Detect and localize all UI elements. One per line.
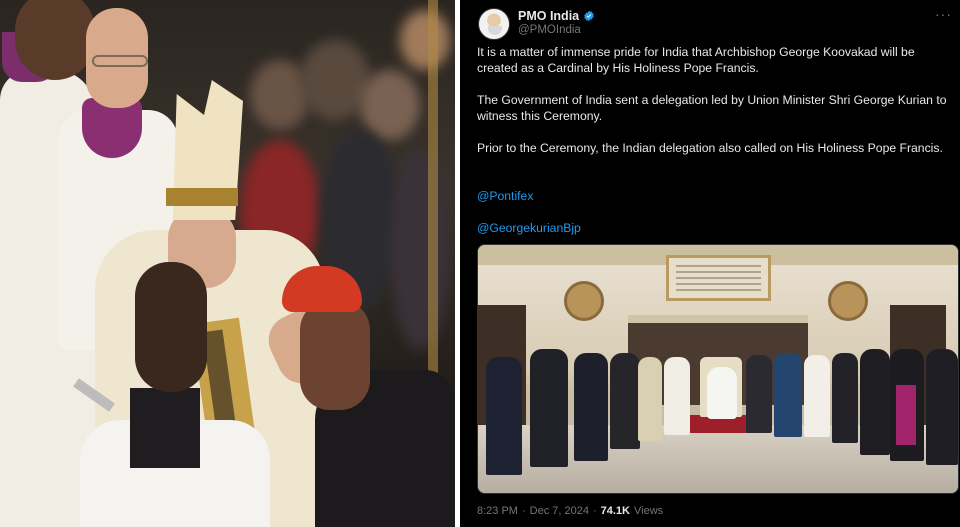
tweet-attached-photo[interactable] <box>477 244 959 494</box>
inscription-lines <box>676 265 761 291</box>
pope-figure <box>707 367 737 419</box>
medallion <box>828 281 868 321</box>
delegate-figure <box>804 355 830 437</box>
delegate-figure <box>926 349 958 465</box>
server-head <box>135 262 207 392</box>
crowd-figure <box>390 150 450 350</box>
delegate-figure <box>746 355 772 433</box>
cleric-head <box>15 0 95 80</box>
author-display-name[interactable]: PMO India <box>518 9 579 23</box>
ceremony-photo <box>0 0 455 527</box>
tweet-paragraph: The Government of India sent a delegatio… <box>477 93 947 123</box>
archbishop-head <box>300 300 370 410</box>
mention-link[interactable]: @GeorgekurianBjp <box>477 221 581 235</box>
delegate-figure <box>832 353 858 443</box>
candle-pole <box>428 0 438 400</box>
footer-separator: · <box>521 505 526 517</box>
magenta-sash <box>896 385 916 445</box>
author-handle[interactable]: @PMOIndia <box>518 24 581 36</box>
delegate-figure <box>638 357 662 441</box>
crowd-figure <box>360 70 420 140</box>
delegate-figure <box>530 349 568 467</box>
server-cassock-front <box>130 388 200 468</box>
medallion <box>564 281 604 321</box>
crowd-figure <box>400 10 450 70</box>
author-name-row: PMO India <box>518 9 595 23</box>
verified-badge-icon <box>584 10 594 22</box>
tweet-time[interactable]: 8:23 PM <box>477 505 518 517</box>
tweet-footer: 8:23 PM · Dec 7, 2024 · 74.1K Views <box>477 505 663 517</box>
glasses <box>92 55 148 67</box>
tweet-paragraph: Prior to the Ceremony, the Indian delega… <box>477 141 943 155</box>
author-avatar[interactable] <box>478 8 510 40</box>
views-label: Views <box>634 505 664 517</box>
more-options-icon[interactable]: ··· <box>935 6 952 22</box>
views-count: 74.1K <box>600 505 630 517</box>
tweet-paragraph: It is a matter of immense pride for Indi… <box>477 45 915 75</box>
delegate-figure <box>774 353 802 437</box>
delegate-figure <box>610 353 640 449</box>
mitre-band <box>166 188 238 206</box>
delegate-figure <box>486 357 522 475</box>
tweet-date[interactable]: Dec 7, 2024 <box>530 505 589 517</box>
delegate-figure <box>860 349 890 455</box>
tweet-card: PMO India @PMOIndia ··· It is a matter o… <box>460 0 960 527</box>
footer-separator: · <box>592 505 597 517</box>
delegate-figure <box>664 357 690 435</box>
avatar-beard <box>488 26 502 35</box>
mention-link[interactable]: @Pontifex <box>477 189 533 203</box>
delegate-figure <box>574 353 608 461</box>
